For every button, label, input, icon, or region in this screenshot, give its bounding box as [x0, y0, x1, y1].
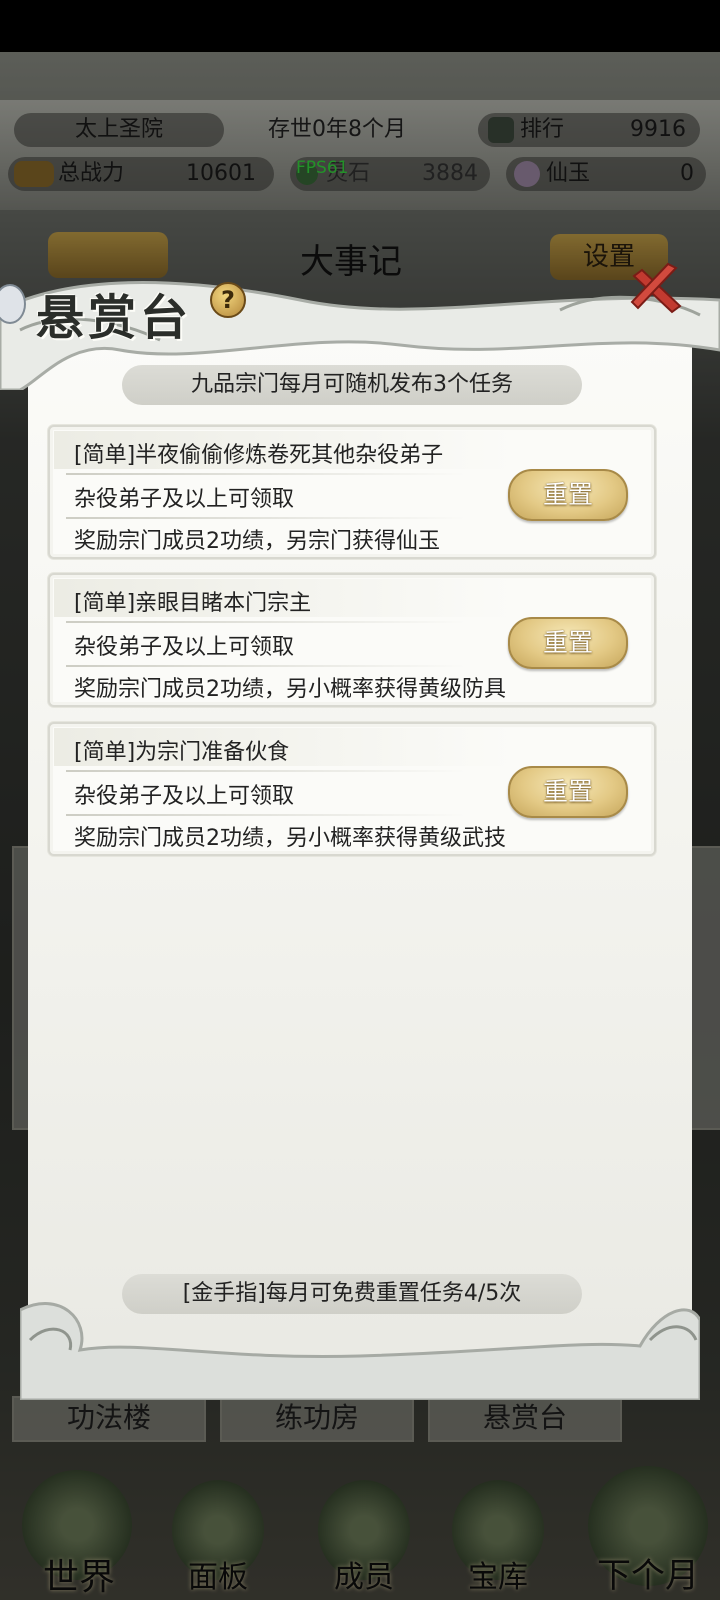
- task-title: [简单]亲眼目睹本门宗主: [74, 591, 312, 616]
- task-title: [简单]半夜偷偷修炼卷死其他杂役弟子: [74, 443, 444, 468]
- close-icon[interactable]: [628, 262, 686, 320]
- divider: [66, 665, 466, 667]
- divider: [66, 621, 466, 623]
- task-count-banner: 九品宗门每月可随机发布3个任务: [122, 365, 582, 405]
- free-reset-banner: [金手指]每月可免费重置任务4/5次: [122, 1274, 582, 1314]
- task-requirement: 杂役弟子及以上可领取: [74, 487, 295, 512]
- help-icon[interactable]: ?: [210, 282, 246, 318]
- divider: [66, 517, 466, 519]
- task-title: [简单]为宗门准备伙食: [74, 740, 290, 765]
- task-reward: 奖励宗门成员2功绩，另宗门获得仙玉: [74, 529, 440, 554]
- task-reward: 奖励宗门成员2功绩，另小概率获得黄级武技: [74, 826, 506, 851]
- bounty-dialog: 悬赏台 九品宗门每月可随机发布3个任务 [简单]半夜偷偷修炼卷死其他杂役弟子 杂…: [0, 270, 720, 1400]
- task-requirement: 杂役弟子及以上可领取: [74, 784, 295, 809]
- reset-button-2[interactable]: 重置: [508, 617, 628, 669]
- task-card-1: [简单]半夜偷偷修炼卷死其他杂役弟子 杂役弟子及以上可领取 奖励宗门成员2功绩，…: [48, 425, 656, 559]
- status-bar: [0, 0, 720, 52]
- task-card-3: [简单]为宗门准备伙食 杂役弟子及以上可领取 奖励宗门成员2功绩，另小概率获得黄…: [48, 722, 656, 856]
- reset-button-1[interactable]: 重置: [508, 469, 628, 521]
- task-reward: 奖励宗门成员2功绩，另小概率获得黄级防具: [74, 677, 506, 702]
- divider: [66, 770, 466, 772]
- reset-button-3[interactable]: 重置: [508, 766, 628, 818]
- divider: [66, 473, 466, 475]
- dialog-title: 悬赏台: [36, 290, 193, 346]
- task-card-2: [简单]亲眼目睹本门宗主 杂役弟子及以上可领取 奖励宗门成员2功绩，另小概率获得…: [48, 573, 656, 707]
- divider: [66, 814, 466, 816]
- task-requirement: 杂役弟子及以上可领取: [74, 635, 295, 660]
